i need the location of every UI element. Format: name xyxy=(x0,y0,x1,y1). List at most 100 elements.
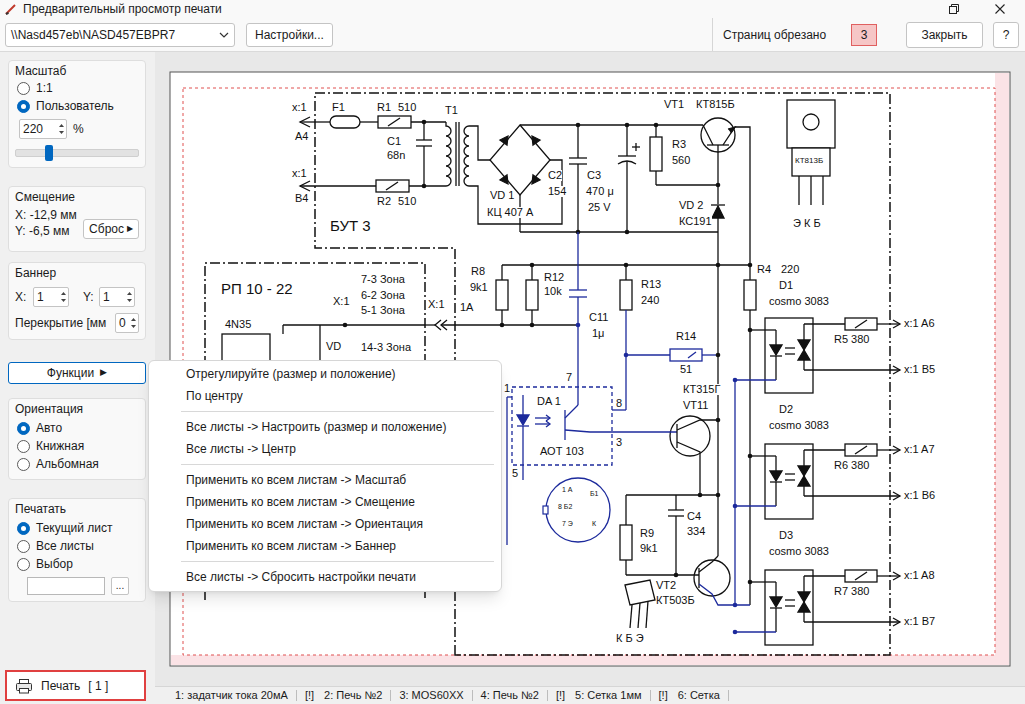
radio-option[interactable]: Текущий лист xyxy=(15,519,139,537)
sheet-tab[interactable]: [!] 2: Печь №2 xyxy=(297,690,392,701)
radio-button[interactable] xyxy=(17,100,30,113)
schematic-label: К xyxy=(592,520,596,527)
print-range-group: ПечататьТекущий листВсе листыВыбор... xyxy=(8,498,146,602)
printer-select[interactable]: \\Nasd457eb\NASD457EBPR7 xyxy=(5,23,235,47)
separator-line xyxy=(181,464,494,465)
schematic-label: 4N35 xyxy=(225,319,251,330)
menu-item[interactable]: Применить ко всем листам -> Баннер xyxy=(149,535,501,557)
group-title: Баннер xyxy=(15,265,139,281)
schematic-label: БУТ 3 xyxy=(330,218,371,233)
offset-values: X: -12,9 ммY: -6,5 мм xyxy=(15,207,77,239)
schematic-label: 6-2 Зона xyxy=(361,290,405,301)
warning-mark: [!] xyxy=(659,690,668,701)
menu-item-label: Все листы -> Сбросить настройки печати xyxy=(186,568,416,586)
overlap-spinner[interactable]: 0 xyxy=(115,313,139,333)
schematic-label: 51 xyxy=(680,364,692,375)
close-button[interactable]: Закрыть xyxy=(906,22,983,48)
settings-button[interactable]: Настройки... xyxy=(246,23,333,47)
schematic-label: C11 xyxy=(589,312,608,323)
sheet-tab-label: 2: Печь №2 xyxy=(324,690,382,701)
reset-button[interactable]: Сброс▶ xyxy=(83,219,139,239)
restore-icon[interactable] xyxy=(947,2,961,16)
menu-item[interactable]: Все листы -> Центр xyxy=(149,438,501,460)
menu-item[interactable]: Применить ко всем листам -> Ориентация xyxy=(149,513,501,535)
overlap-row: Перекрытие [мм 0 xyxy=(15,313,139,333)
schematic-label: C1 xyxy=(387,136,401,147)
menu-separator xyxy=(149,557,501,566)
sheet-tab[interactable]: 4: Печь №2 xyxy=(473,690,548,701)
schematic-label: x:1 xyxy=(292,168,307,179)
scale-spinner[interactable]: 220 xyxy=(19,119,67,139)
schematic-label: A4 xyxy=(295,131,308,142)
menu-item-label: По центру xyxy=(186,387,243,405)
radio-option[interactable]: 1:1 xyxy=(15,79,139,97)
menu-separator xyxy=(149,407,501,416)
schematic-label: 3 xyxy=(616,437,622,448)
schematic-label: R2 xyxy=(377,196,391,207)
slider-thumb[interactable] xyxy=(45,145,53,161)
spinner-arrows-icon[interactable] xyxy=(59,288,68,306)
menu-item[interactable]: Все листы -> Сбросить настройки печати xyxy=(149,566,501,588)
schematic-label: VD 2 xyxy=(679,200,703,211)
schematic-label: T1 xyxy=(445,105,458,116)
banner-y-spinner[interactable]: 1 xyxy=(99,287,135,307)
status-bar: 1: задатчик тока 20мА [!] 2: Печь №2 3: MOS… xyxy=(155,686,1025,704)
warning-mark: [!] xyxy=(556,690,565,701)
selection-input[interactable] xyxy=(27,577,105,595)
sheet-tab[interactable]: [!] 5: Сетка 1мм xyxy=(548,690,651,701)
radio-option[interactable]: Книжная xyxy=(15,437,139,455)
functions-menu: Отрегулируйте (размер и положение) По цен… xyxy=(148,360,502,592)
functions-arrow: ▶ xyxy=(100,366,107,380)
schematic-label: cosmo 3083 xyxy=(769,296,829,307)
offset-group: СмещениеX: -12,9 ммY: -6,5 ммСброс▶ xyxy=(8,186,146,252)
radio-button[interactable] xyxy=(17,440,30,453)
menu-item[interactable]: Применить ко всем листам -> Масштаб xyxy=(149,469,501,491)
schematic-label: 220 xyxy=(781,264,799,275)
menu-item[interactable]: По центру xyxy=(149,385,501,407)
menu-item[interactable]: Все листы -> Настроить (размер и положен… xyxy=(149,416,501,438)
radio-button[interactable] xyxy=(17,82,30,95)
radio-option[interactable]: Пользователь xyxy=(15,97,139,115)
radio-button[interactable] xyxy=(17,422,30,435)
banner-y-label: Y: xyxy=(83,288,99,306)
browse-button[interactable]: ... xyxy=(111,577,129,595)
overlap-label: Перекрытие [мм xyxy=(15,314,106,332)
spinner-arrows-icon[interactable] xyxy=(129,314,138,332)
schematic-label: D1 xyxy=(779,280,793,291)
schematic-label: C2 xyxy=(548,170,562,181)
schematic-label: x:1 xyxy=(292,102,307,113)
print-button[interactable]: Печать[ 1 ] xyxy=(5,670,146,701)
radio-option[interactable]: Альбомная xyxy=(15,455,139,473)
sheet-tab-label: 5: Сетка 1мм xyxy=(575,690,641,701)
radio-button[interactable] xyxy=(17,558,30,571)
radio-option[interactable]: Все листы xyxy=(15,537,139,555)
menu-item[interactable]: Применить ко всем листам -> Смещение xyxy=(149,491,501,513)
offset-x: X: -12,9 мм xyxy=(15,207,77,223)
radio-label: Альбомная xyxy=(36,455,99,473)
radio-button[interactable] xyxy=(17,522,30,535)
radio-option[interactable]: Выбор xyxy=(15,555,139,573)
warning-mark: [!] xyxy=(305,690,314,701)
functions-button[interactable]: Функции▶ xyxy=(8,362,146,384)
sheet-tab[interactable]: 3: MOS60XX xyxy=(391,690,472,701)
spinner-arrows-icon[interactable] xyxy=(57,120,66,138)
menu-item[interactable]: Отрегулируйте (размер и положение) xyxy=(149,363,501,385)
scale-slider[interactable] xyxy=(15,149,139,157)
schematic-label: КТ815Б xyxy=(696,99,735,110)
radio-button[interactable] xyxy=(17,458,30,471)
sheet-tab[interactable]: 1: задатчик тока 20мА xyxy=(167,690,297,701)
sheet-tab[interactable]: [!]6: Сетка xyxy=(651,690,729,701)
schematic-label: X:1 xyxy=(428,299,445,310)
spinner-arrows-icon[interactable] xyxy=(125,288,134,306)
banner-x-spinner[interactable]: 1 xyxy=(33,287,69,307)
radio-option[interactable]: Авто xyxy=(15,419,139,437)
window-title: Предварительный просмотр печати xyxy=(23,3,222,15)
schematic-label: VD xyxy=(326,341,341,352)
close-icon[interactable] xyxy=(993,2,1007,16)
schematic-label: 8 Б2 xyxy=(558,503,572,510)
radio-button[interactable] xyxy=(17,540,30,553)
help-button[interactable]: ? xyxy=(993,22,1019,48)
banner-xy-row: X:1Y:1 xyxy=(15,287,139,307)
orientation-options: АвтоКнижнаяАльбомная xyxy=(15,419,139,473)
schematic-label: x:1 B5 xyxy=(904,364,935,375)
